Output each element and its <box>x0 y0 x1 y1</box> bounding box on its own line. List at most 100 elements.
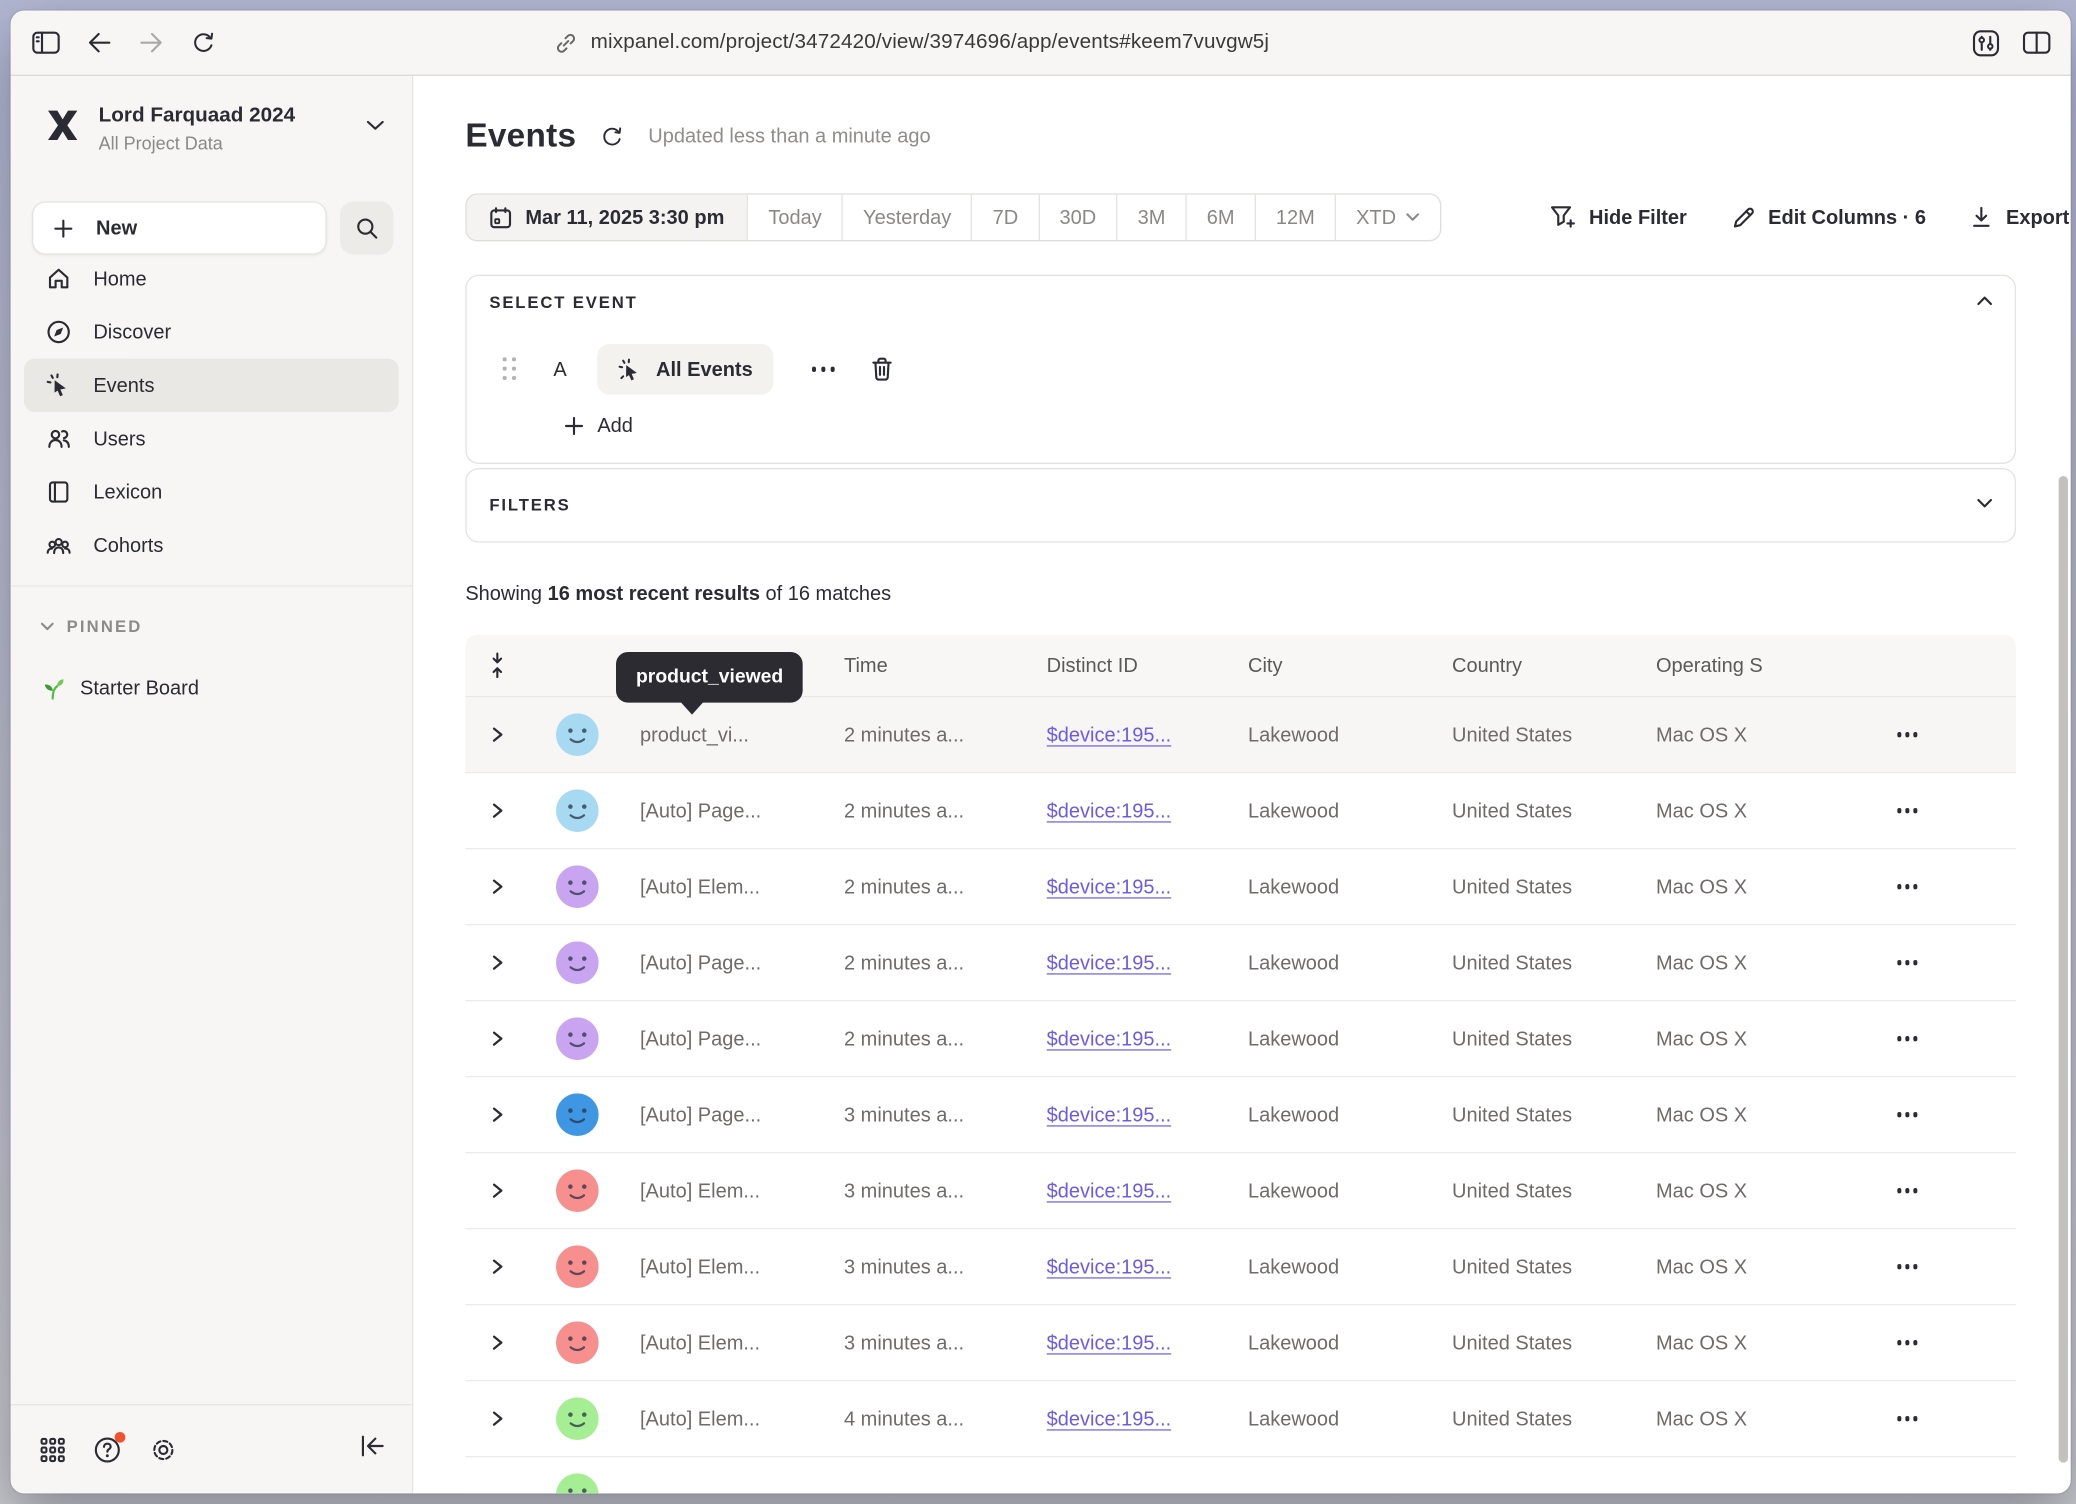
project-switcher[interactable]: Lord Farquaad 2024 All Project Data <box>11 95 412 172</box>
search-button[interactable] <box>340 201 393 254</box>
table-row[interactable] <box>465 1457 2016 1493</box>
collapse-sidebar-button[interactable] <box>360 1435 385 1458</box>
back-button[interactable] <box>87 32 112 53</box>
expand-row-button[interactable] <box>484 872 511 901</box>
address-bar[interactable]: mixpanel.com/project/3472420/view/397469… <box>555 11 1269 75</box>
table-row[interactable]: [Auto] Page...2 minutes a...$device:195.… <box>465 1001 2016 1077</box>
table-row[interactable]: [Auto] Elem...3 minutes a...$device:195.… <box>465 1229 2016 1305</box>
sidebar-item-home[interactable]: Home <box>24 252 399 305</box>
distinct-id-link[interactable]: $device:195... <box>1047 951 1172 974</box>
event-avatar <box>556 1397 599 1440</box>
table-row[interactable]: [Auto] Elem...3 minutes a...$device:195.… <box>465 1153 2016 1229</box>
drag-handle[interactable] <box>503 357 518 381</box>
table-row[interactable]: [Auto] Page...2 minutes a...$device:195.… <box>465 773 2016 849</box>
event-selector-button[interactable]: All Events <box>597 344 772 395</box>
sidebar-item-events[interactable]: Events <box>24 359 399 412</box>
row-actions-button[interactable] <box>1889 952 1925 973</box>
plus-icon <box>53 218 73 238</box>
distinct-id-link[interactable]: $device:195... <box>1047 723 1172 746</box>
distinct-id-link[interactable]: $device:195... <box>1047 1331 1172 1354</box>
new-button[interactable]: New <box>32 201 327 254</box>
chevron-right-icon <box>489 953 505 972</box>
column-header-time[interactable]: Time <box>825 654 1028 677</box>
row-actions-button[interactable] <box>1889 1408 1925 1429</box>
delete-event-button[interactable] <box>869 356 894 383</box>
distinct-id-link[interactable]: $device:195... <box>1047 1179 1172 1202</box>
notification-dot <box>115 1431 126 1442</box>
range-today[interactable]: Today <box>747 195 842 240</box>
sidebar-item-discover[interactable]: Discover <box>24 305 399 358</box>
split-view-button[interactable] <box>2023 31 2051 55</box>
distinct-id-link[interactable]: $device:195... <box>1047 799 1172 822</box>
collapse-section-button[interactable] <box>1976 295 1993 307</box>
column-header-country[interactable]: Country <box>1433 654 1637 677</box>
sidebar-item-cohorts[interactable]: Cohorts <box>24 519 399 572</box>
column-header-city[interactable]: City <box>1229 654 1433 677</box>
range-xtd[interactable]: XTD <box>1335 195 1440 240</box>
expand-row-button[interactable] <box>484 720 511 749</box>
date-picker-button[interactable]: Mar 11, 2025 3:30 pm <box>467 195 747 240</box>
distinct-id-link[interactable]: $device:195... <box>1047 1407 1172 1430</box>
range-yesterday[interactable]: Yesterday <box>842 195 972 240</box>
row-actions-button[interactable] <box>1889 724 1925 745</box>
range-30d[interactable]: 30D <box>1038 195 1116 240</box>
range-7d[interactable]: 7D <box>971 195 1038 240</box>
apps-grid-button[interactable] <box>40 1437 65 1462</box>
filters-card[interactable]: FILTERS <box>465 468 2016 543</box>
range-12m[interactable]: 12M <box>1254 195 1334 240</box>
range-6m[interactable]: 6M <box>1185 195 1254 240</box>
table-row[interactable]: [Auto] Page...3 minutes a...$device:195.… <box>465 1077 2016 1153</box>
event-avatar <box>556 1017 599 1060</box>
scrollbar-thumb[interactable] <box>2059 476 2068 1463</box>
forward-button[interactable] <box>139 32 164 53</box>
country-cell: United States <box>1433 1027 1637 1050</box>
expand-row-button[interactable] <box>484 1252 511 1281</box>
distinct-id-link[interactable]: $device:195... <box>1047 1255 1172 1278</box>
row-actions-button[interactable] <box>1889 800 1925 821</box>
row-actions-button[interactable] <box>1889 1104 1925 1125</box>
event-name-cell: [Auto] Elem... <box>625 1331 825 1354</box>
edit-columns-button[interactable]: Edit Columns · 6 <box>1731 205 1926 230</box>
page-settings-button[interactable] <box>1972 29 2000 57</box>
sidebar-item-lexicon[interactable]: Lexicon <box>24 465 399 518</box>
table-row[interactable]: [Auto] Elem...4 minutes a...$device:195.… <box>465 1381 2016 1457</box>
expand-row-button[interactable] <box>484 796 511 825</box>
row-actions-button[interactable] <box>1889 876 1925 897</box>
row-actions-button[interactable] <box>1889 1332 1925 1353</box>
sidebar-item-users[interactable]: Users <box>24 412 399 465</box>
table-row[interactable]: [Auto] Page...2 minutes a...$device:195.… <box>465 925 2016 1001</box>
calendar-icon <box>489 206 512 229</box>
expand-row-button[interactable] <box>484 1404 511 1433</box>
expand-row-button[interactable] <box>484 1328 511 1357</box>
expand-row-button[interactable] <box>484 1100 511 1129</box>
expand-row-button[interactable] <box>484 1024 511 1053</box>
pinned-section-toggle[interactable]: PINNED <box>40 617 142 636</box>
row-actions-button[interactable] <box>1889 1180 1925 1201</box>
row-actions-button[interactable] <box>1889 1028 1925 1049</box>
table-row[interactable]: [Auto] Elem...3 minutes a...$device:195.… <box>465 1305 2016 1381</box>
sidebar-item-starter-board[interactable]: Starter Board <box>40 676 199 701</box>
row-actions-button[interactable] <box>1889 1256 1925 1277</box>
chevron-up-icon <box>1976 295 1993 307</box>
hide-filter-button[interactable]: Hide Filter <box>1549 204 1687 231</box>
distinct-id-link[interactable]: $device:195... <box>1047 1103 1172 1126</box>
export-button[interactable]: Export <box>1970 205 2069 229</box>
distinct-id-link[interactable]: $device:195... <box>1047 875 1172 898</box>
column-header-distinct-id[interactable]: Distinct ID <box>1028 654 1229 677</box>
reload-button[interactable] <box>191 30 216 55</box>
range-3m[interactable]: 3M <box>1116 195 1185 240</box>
settings-gear-button[interactable] <box>149 1435 177 1463</box>
table-row[interactable]: [Auto] Elem...2 minutes a...$device:195.… <box>465 849 2016 925</box>
event-more-options-button[interactable] <box>803 359 842 380</box>
city-cell: Lakewood <box>1229 723 1433 746</box>
event-name-cell: [Auto] Page... <box>625 951 825 974</box>
expand-row-button[interactable] <box>484 1176 511 1205</box>
collapse-all-rows-button[interactable] <box>488 652 507 679</box>
column-header-os[interactable]: Operating S <box>1637 654 1833 677</box>
expand-row-button[interactable] <box>484 948 511 977</box>
add-event-button[interactable]: Add <box>564 415 633 438</box>
refresh-button[interactable] <box>600 125 624 149</box>
sidebar-toggle-button[interactable] <box>32 31 60 55</box>
distinct-id-link[interactable]: $device:195... <box>1047 1027 1172 1050</box>
expand-filters-button[interactable] <box>1976 497 1993 509</box>
